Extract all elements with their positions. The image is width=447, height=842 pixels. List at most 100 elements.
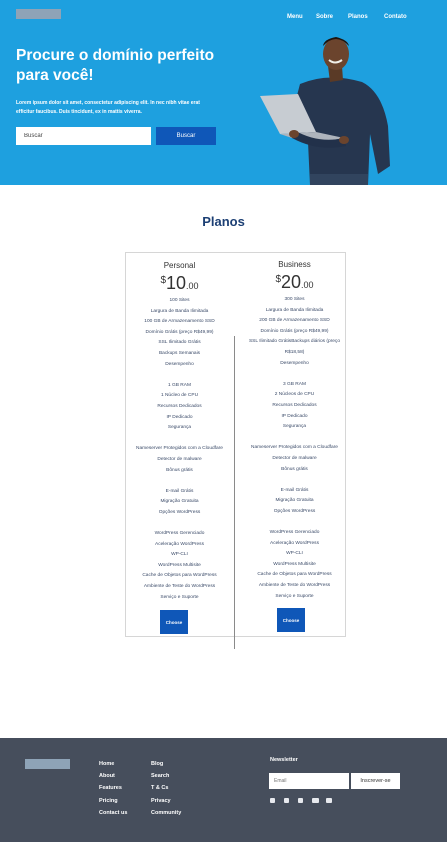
facebook-icon[interactable] [270,798,275,803]
plan-feature: Detector de malware [157,456,202,462]
plan-feature: Ambiente de Teste do WordPress [143,584,216,590]
plan-feature: Segurança [282,424,307,430]
plan-feature: Recursos Dedicados [157,403,202,409]
search-button[interactable]: Buscar [156,127,216,145]
plan-feature: SSL Ilimitado GrátisBackups diários (pre… [248,339,340,345]
plan-feature: Desempenho [280,360,309,366]
nav-item-sobre[interactable]: Sobre [316,14,333,20]
plan-feature: WordPress Gerenciado [154,531,205,537]
plan-name: Personal [163,261,196,270]
plans-title: Planos [202,214,245,229]
plan-feature: Opções WordPress [273,508,316,514]
plan-features: 100 Sites Largura de Banda Ilimitada 100 G… [122,296,237,603]
choose-business-button[interactable]: Choose [277,608,305,632]
footer-logo[interactable] [25,759,70,769]
plan-feature: 3 GB RAM [283,381,306,387]
plan-feature: Cache de Objetos para WordPress [142,573,217,579]
hero-section: Menu Sobre Planos Contato Procure o domí… [0,0,447,185]
footer-link-home[interactable]: Home [99,758,127,770]
footer-links-secondary: Blog Search T & Cs Privacy Community [151,758,181,819]
plan-feature: Aceleração WordPress [270,540,319,546]
plan-feature: Opções WordPress [158,509,201,515]
site-footer: Home About Features Pricing Contact us B… [0,738,447,842]
plan-feature: 2 Núcleos de CPU [274,392,315,398]
tiktok-icon[interactable] [298,798,303,803]
plan-feature: Domínio Grátis (preço R$49,99) [260,328,329,334]
feature-spacer [237,369,352,380]
plan-feature: SSL Ilimitado Grátis [158,340,201,346]
nav-item-menu[interactable]: Menu [287,14,303,20]
plan-feature: WordPress Multisite [158,562,201,568]
plan-feature: WordPress Gerenciado [269,530,320,536]
plan-feature: WP-CLI [171,552,188,558]
newsletter-title: Newsletter [270,757,298,763]
choose-personal-button[interactable]: Choose [160,610,188,634]
footer-link-contact[interactable]: Contact us [99,807,127,819]
plan-feature: WP-CLI [286,551,303,557]
price-cents: .00 [186,281,199,291]
plan-feature: Desempenho [165,361,194,367]
plan-price: $10.00 [122,271,237,296]
feature-spacer [237,433,352,444]
plan-feature: 100 Sites [169,298,190,303]
footer-link-terms[interactable]: T & Cs [151,782,181,794]
domain-search-input[interactable] [16,127,151,145]
plan-feature: Largura de Banda Ilimitada [265,307,324,313]
youtube-icon[interactable] [326,798,332,803]
price-integer: 20 [281,272,302,292]
plan-feature: Backups Semanais [158,350,201,356]
plan-feature: Nameserver Protegidos com a Cloudfare [136,446,223,452]
footer-link-features[interactable]: Features [99,782,127,794]
footer-link-community[interactable]: Community [151,807,181,819]
instagram-icon[interactable] [284,798,289,803]
plan-feature: E-mail Grátis [280,487,309,493]
plan-feature: 200 GB de Armazenamento SSD [259,318,330,324]
price-cents: .00 [301,280,314,290]
price-integer: 10 [166,273,187,293]
plan-feature: Cache de Objetos para WordPress [257,572,332,578]
feature-spacer [122,476,237,487]
hero-title: Procure o domínio perfeito para você! [16,47,215,84]
feature-spacer [237,475,352,486]
plan-feature: Serviço e Suporte [275,593,314,599]
feature-spacer [122,370,237,381]
plan-feature: 300 Sites [284,297,305,302]
plan-feature: Bônus grátis [281,466,308,472]
hero-subtitle: Lorem ipsum dolor sit amet, consectetur … [16,100,200,115]
plan-price: $20.00 [237,270,352,295]
feature-spacer [122,518,237,529]
plan-card-business: Business $20.00 300 Sites Largura de Band… [237,259,352,602]
plan-feature: E-mail Grátis [165,488,194,494]
plan-feature: WordPress Multisite [273,561,316,567]
feature-spacer [237,517,352,528]
footer-links-main: Home About Features Pricing Contact us [99,758,127,819]
plan-feature: R$18,58) [284,349,305,355]
plan-feature: Largura de Banda Ilimitada [150,308,209,314]
plan-feature: 1 Núcleo de CPU [160,393,199,399]
feature-spacer [122,434,237,445]
plan-feature: IP Dedicado [281,413,308,419]
site-logo[interactable] [16,9,61,19]
plan-feature: 1 GB RAM [168,382,191,388]
plan-feature: Migração Gratuita [160,499,199,505]
plan-features: 300 Sites Largura de Banda Ilimitada 200 G… [237,295,352,602]
subscribe-button[interactable]: Inscrever-se [351,773,400,789]
person-with-laptop-image [260,37,390,185]
twitter-icon[interactable] [312,798,319,803]
plan-feature: Segurança [167,425,192,431]
footer-link-blog[interactable]: Blog [151,758,181,770]
footer-link-about[interactable]: About [99,770,127,782]
footer-link-pricing[interactable]: Pricing [99,795,127,807]
nav-item-contato[interactable]: Contato [384,14,407,20]
plan-feature: Bônus grátis [166,467,193,473]
plan-feature: Nameserver Protegidos com a Cloudfare [251,445,338,451]
footer-link-search[interactable]: Search [151,770,181,782]
footer-link-privacy[interactable]: Privacy [151,795,181,807]
plan-feature: Migração Gratuita [275,498,314,504]
plan-feature: Recursos Dedicados [272,402,317,408]
plan-feature: Detector de malware [272,455,317,461]
newsletter-email-input[interactable] [269,773,349,789]
nav-item-planos[interactable]: Planos [348,14,368,20]
plan-name: Business [278,260,311,269]
plan-feature: IP Dedicado [166,414,193,420]
